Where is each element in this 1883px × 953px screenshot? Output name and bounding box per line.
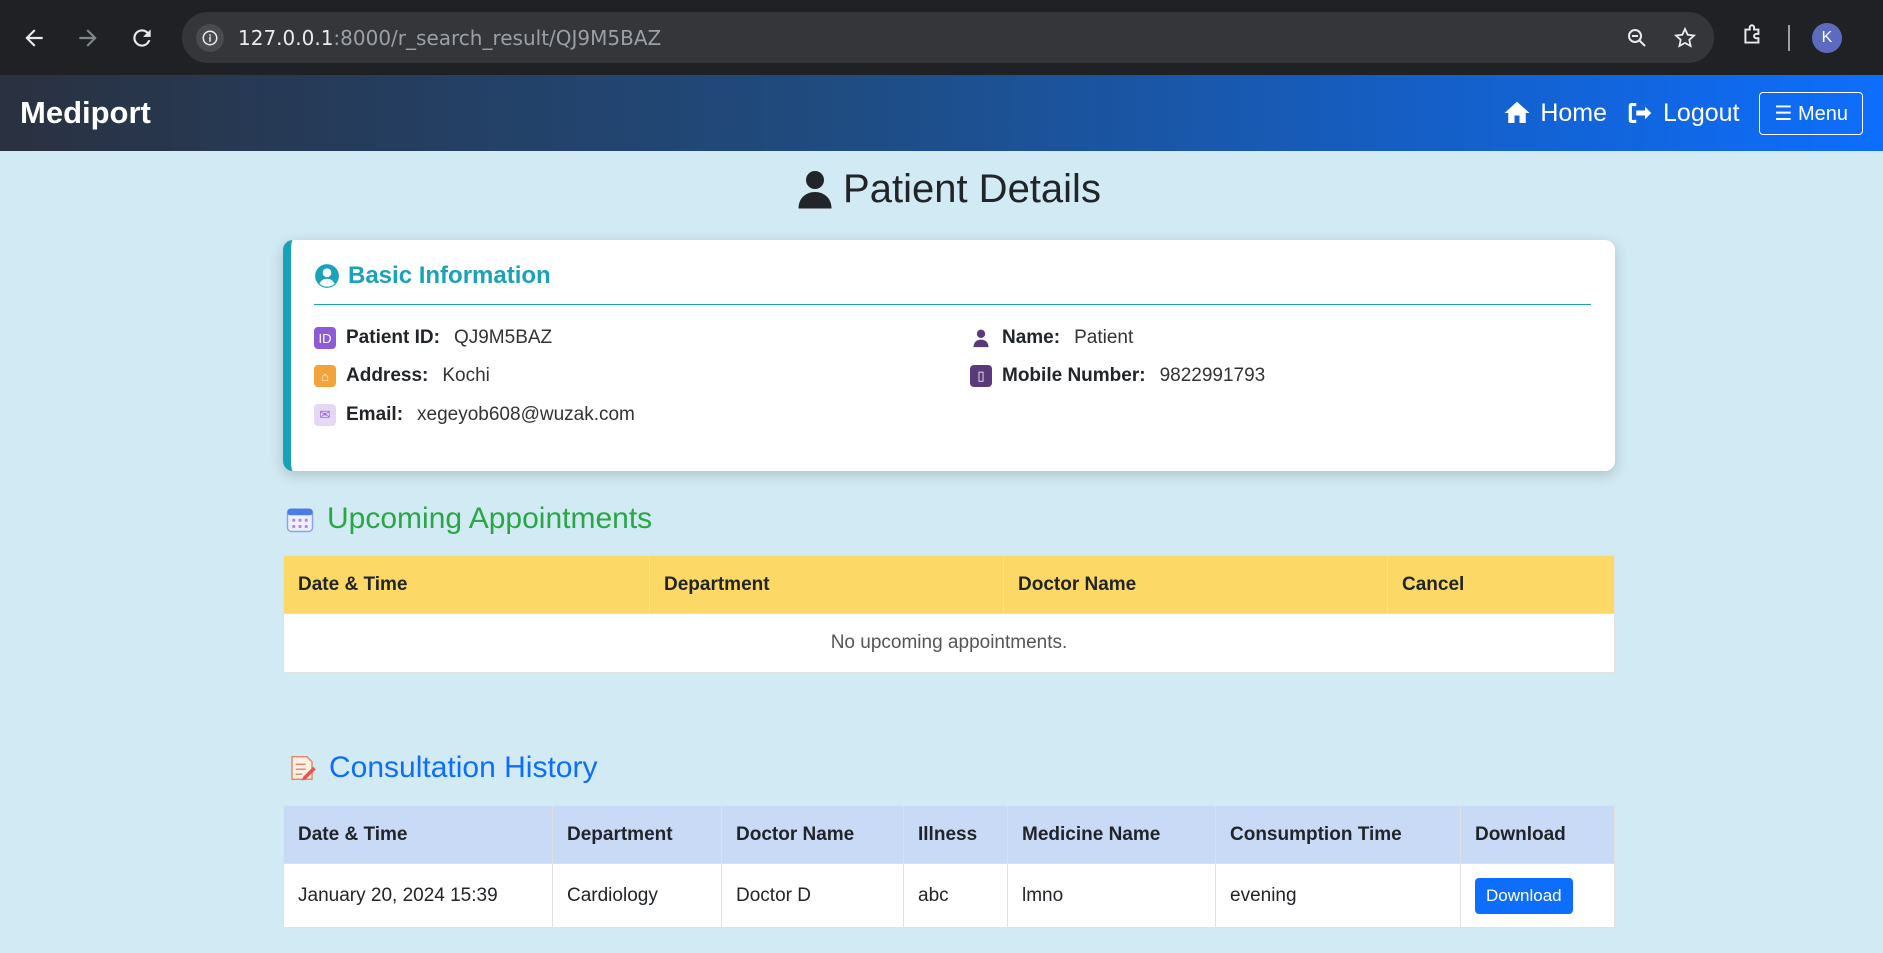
mobile-phone-icon: ▯ (970, 365, 992, 387)
user-circle-icon (315, 264, 339, 288)
address-bar[interactable]: 127.0.0.1:8000/r_search_result/QJ9M5BAZ (182, 12, 1714, 63)
upcoming-heading: Upcoming Appointments (327, 502, 653, 535)
logout-link[interactable]: Logout (1625, 98, 1739, 128)
upcoming-col-doctor: Doctor Name (1003, 555, 1388, 614)
upcoming-col-datetime: Date & Time (283, 555, 650, 614)
toolbar-divider (1788, 24, 1790, 51)
back-icon[interactable] (16, 20, 52, 56)
history-cell-datetime: January 20, 2024 15:39 (283, 863, 553, 928)
site-info-icon[interactable] (196, 23, 224, 52)
upcoming-title: Upcoming Appointments (285, 502, 652, 536)
address-row: ⌂ Address: Kochi (314, 365, 490, 387)
page-title: Patient Details (283, 151, 1615, 227)
history-cell-department: Cardiology (552, 863, 722, 928)
logout-icon (1628, 103, 1652, 123)
patient-id-value: QJ9M5BAZ (453, 327, 553, 348)
history-col-department: Department (552, 805, 722, 864)
history-title: Consultation History (287, 751, 597, 785)
mobile-label: Mobile Number: (1002, 365, 1146, 386)
history-col-doctor: Doctor Name (721, 805, 904, 864)
upcoming-empty-text: No upcoming appointments. (283, 613, 1615, 673)
history-header-row: Date & Time Department Doctor Name Illne… (283, 805, 1615, 864)
home-link[interactable]: Home (1502, 98, 1607, 128)
envelope-icon: ✉ (314, 404, 336, 426)
home-icon (1504, 101, 1530, 123)
patient-id-row: ID Patient ID: QJ9M5BAZ (314, 327, 552, 349)
download-button[interactable]: Download (1475, 877, 1573, 914)
upcoming-header-row: Date & Time Department Doctor Name Cance… (283, 555, 1615, 614)
menu-button[interactable]: ☰ Menu (1759, 91, 1863, 135)
name-value: Patient (1074, 327, 1134, 348)
history-cell-illness: abc (903, 863, 1008, 928)
profile-avatar[interactable]: K (1812, 22, 1842, 53)
table-row: January 20, 2024 15:39 Cardiology Doctor… (283, 863, 1615, 928)
email-label: Email: (346, 404, 404, 425)
forward-icon[interactable] (70, 20, 106, 56)
history-cell-doctor: Doctor D (721, 863, 904, 928)
address-label: Address: (346, 365, 429, 386)
address-value: Kochi (442, 365, 490, 386)
history-col-download: Download (1460, 805, 1615, 864)
history-col-illness: Illness (903, 805, 1008, 864)
upcoming-table: Date & Time Department Doctor Name Cance… (283, 555, 1615, 673)
patient-id-label: Patient ID: (346, 327, 440, 348)
name-label: Name: (1002, 327, 1061, 348)
reload-icon[interactable] (124, 20, 160, 56)
id-icon: ID (314, 327, 336, 349)
history-col-consumption: Consumption Time (1215, 805, 1461, 864)
logout-label: Logout (1663, 98, 1740, 127)
house-icon: ⌂ (314, 365, 336, 387)
basic-info-card: Basic Information ID Patient ID: QJ9M5BA… (283, 240, 1615, 471)
upcoming-col-cancel: Cancel (1387, 555, 1615, 614)
url-host: 127.0.0.1 (238, 25, 334, 50)
history-col-datetime: Date & Time (283, 805, 553, 864)
bookmark-star-icon[interactable] (1670, 23, 1700, 53)
history-cell-download: Download (1460, 863, 1615, 928)
email-row: ✉ Email: xegeyob608@wuzak.com (314, 404, 635, 426)
main-content: Patient Details Basic Information ID Pat… (283, 151, 1615, 928)
email-value: xegeyob608@wuzak.com (417, 404, 635, 425)
brand-logo[interactable]: Mediport (20, 95, 1484, 131)
app-navbar: Mediport Home Logout ☰ Menu (0, 75, 1883, 151)
user-icon (798, 171, 832, 209)
name-row: Name: Patient (970, 327, 1133, 349)
home-label: Home (1540, 98, 1608, 127)
url-path: :8000/r_search_result/QJ9M5BAZ (333, 25, 662, 50)
url-text: 127.0.0.1:8000/r_search_result/QJ9M5BAZ (238, 26, 1604, 50)
person-icon (970, 327, 992, 349)
mobile-row: ▯ Mobile Number: 9822991793 (970, 365, 1265, 387)
page-title-text: Patient Details (843, 166, 1101, 211)
basic-info-header: Basic Information (314, 262, 1591, 305)
calendar-icon (286, 508, 314, 533)
history-cell-consumption: evening (1215, 863, 1461, 928)
basic-info-grid: ID Patient ID: QJ9M5BAZ ⌂ Address: Kochi… (314, 305, 1591, 445)
history-heading: Consultation History (329, 751, 598, 784)
mobile-value: 9822991793 (1159, 365, 1266, 386)
history-col-medicine: Medicine Name (1007, 805, 1216, 864)
history-table: Date & Time Department Doctor Name Illne… (283, 805, 1615, 928)
upcoming-col-department: Department (649, 555, 1004, 614)
basic-info-heading: Basic Information (348, 262, 551, 289)
browser-toolbar: 127.0.0.1:8000/r_search_result/QJ9M5BAZ … (0, 0, 1883, 75)
upcoming-empty-row: No upcoming appointments. (283, 613, 1615, 673)
history-cell-medicine: lmno (1007, 863, 1216, 928)
zoom-icon[interactable] (1622, 23, 1652, 53)
extensions-icon[interactable] (1740, 22, 1766, 53)
memo-icon (291, 756, 316, 781)
